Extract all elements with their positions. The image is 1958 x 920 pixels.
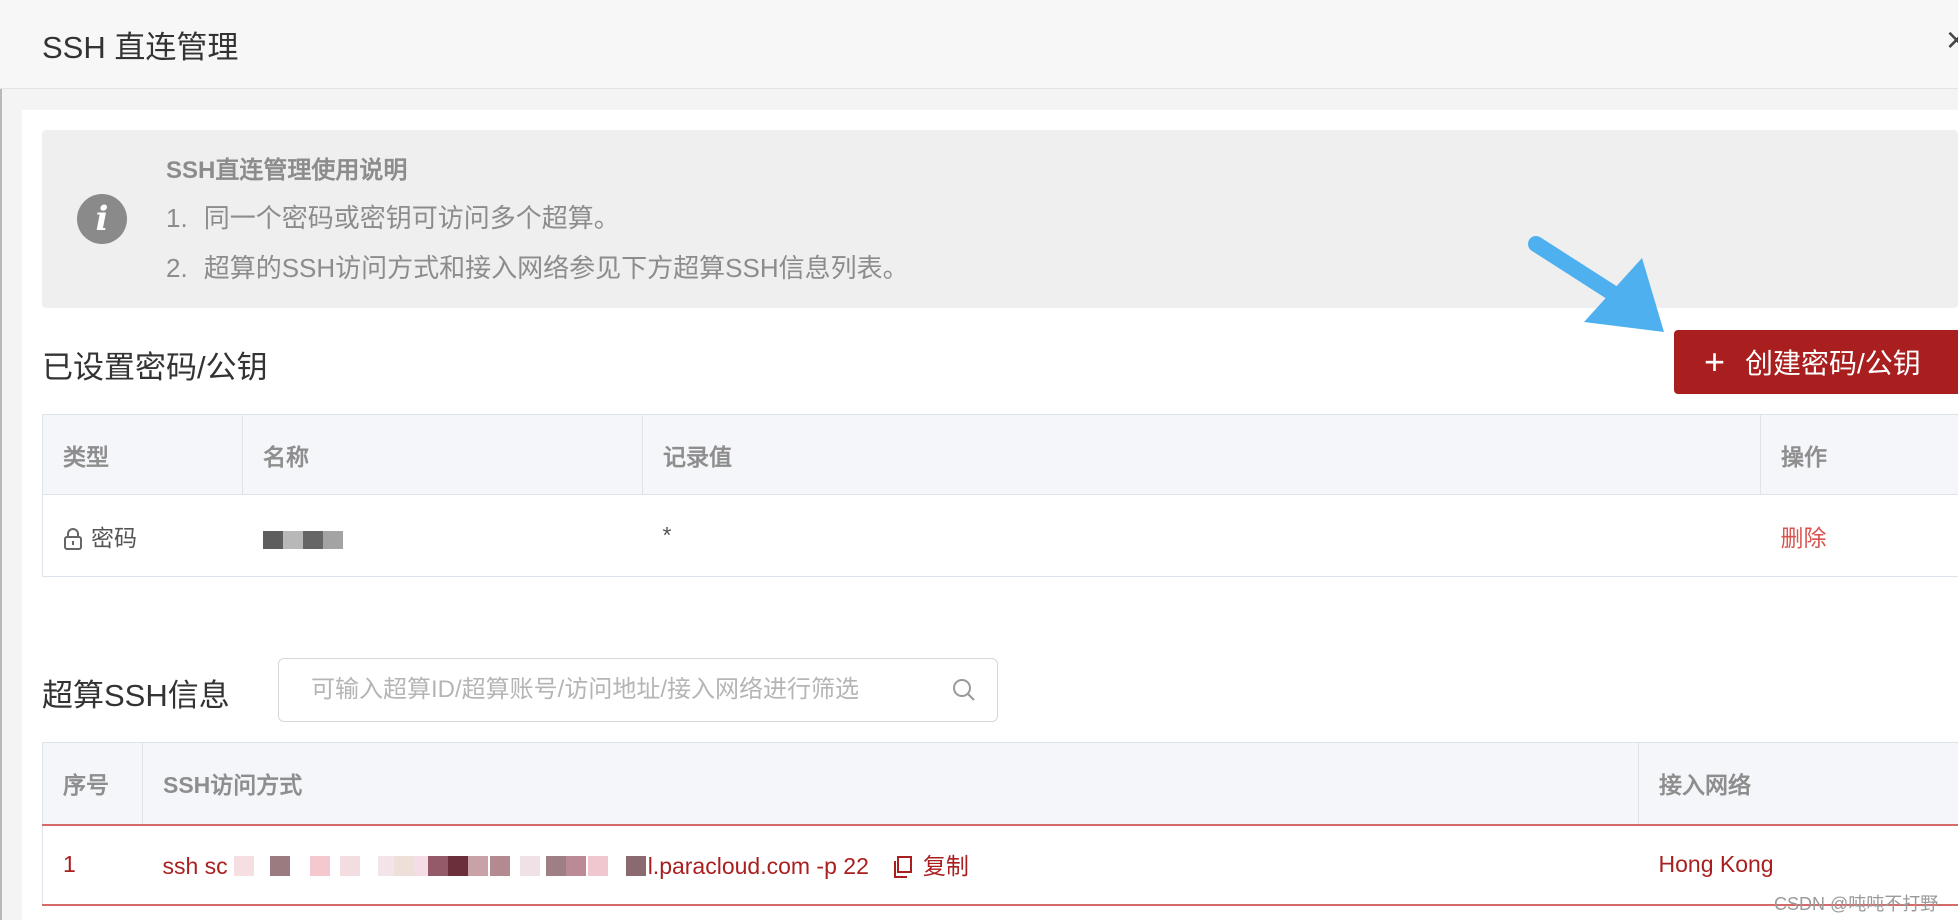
ssh-direct-dialog: SSH 直连管理 × i SSH直连管理使用说明 1. 同一个密码或密钥可访问多个…: [0, 0, 1958, 920]
dialog-title: SSH 直连管理: [42, 30, 239, 65]
notice-item-number: 1.: [166, 203, 188, 233]
copy-button[interactable]: 复制: [893, 853, 969, 879]
type-cell: 密码: [42, 494, 243, 577]
copy-button-label: 复制: [922, 852, 969, 879]
dialog-body: i SSH直连管理使用说明 1. 同一个密码或密钥可访问多个超算。 2. 超算的SS…: [22, 110, 1958, 920]
window-edge: [0, 0, 2, 920]
ssh-search-input[interactable]: [309, 671, 933, 709]
plus-icon: +: [1704, 341, 1726, 382]
lock-icon: [64, 528, 82, 551]
column-header-name: 名称: [242, 414, 643, 495]
name-cell: [242, 494, 643, 577]
column-header-type: 类型: [42, 414, 243, 495]
delete-link[interactable]: 删除: [1781, 525, 1827, 551]
info-icon: i: [77, 194, 127, 244]
notice-item-text: 超算的SSH访问方式和接入网络参见下方超算SSH信息列表。: [203, 253, 909, 283]
type-label: 密码: [91, 524, 137, 551]
notice-item-number: 2.: [166, 253, 188, 283]
ssh-section-title: 超算SSH信息: [42, 678, 230, 713]
notice-item: 1. 同一个密码或密钥可访问多个超算。: [166, 198, 620, 235]
column-header-network: 接入网络: [1638, 742, 1958, 825]
notice-title: SSH直连管理使用说明: [166, 157, 408, 184]
keys-section-title: 已设置密码/公钥: [42, 350, 268, 385]
notice-item: 2. 超算的SSH访问方式和接入网络参见下方超算SSH信息列表。: [166, 248, 909, 285]
notice-item-text: 同一个密码或密钥可访问多个超算。: [203, 203, 620, 233]
column-header-ssh-access: SSH访问方式: [142, 742, 1639, 825]
ssh-command-prefix: ssh sc: [162, 852, 228, 879]
copy-icon: [893, 856, 912, 879]
action-cell: 删除: [1760, 494, 1958, 577]
search-icon[interactable]: [951, 677, 977, 703]
ssh-command-suffix: l.paracloud.com -p 22: [647, 852, 869, 879]
dialog-header: SSH 直连管理 ×: [0, 0, 1958, 89]
index-cell: 1: [42, 823, 143, 906]
table-header-row: 序号 SSH访问方式 接入网络: [42, 742, 1958, 825]
column-header-action: 操作: [1760, 414, 1958, 495]
watermark: CSDN @吨吨不打野: [1774, 894, 1939, 914]
table-row: 1 ssh sc l.paracloud.com -p 22 复制 Hong K…: [42, 823, 1958, 906]
table-row: 密码 * 删除: [42, 494, 1958, 577]
create-key-button-label: 创建密码/公钥: [1745, 348, 1921, 379]
create-key-button[interactable]: + 创建密码/公钥: [1674, 330, 1958, 394]
ssh-search-field[interactable]: [278, 658, 998, 722]
redacted-host: [228, 852, 648, 882]
ssh-access-cell: ssh sc l.paracloud.com -p 22 复制: [142, 823, 1639, 906]
close-icon[interactable]: ×: [1946, 22, 1958, 58]
redacted-name: [262, 525, 343, 552]
keys-table: 类型 名称 记录值 操作 密码 * 删除: [42, 414, 1958, 577]
column-header-index: 序号: [42, 742, 143, 825]
column-header-record-value: 记录值: [642, 414, 1761, 495]
annotation-arrow-icon: [1528, 236, 1664, 332]
ssh-info-table: 序号 SSH访问方式 接入网络 1 ssh sc l.paracloud.com…: [42, 742, 1958, 906]
table-header-row: 类型 名称 记录值 操作: [42, 414, 1958, 495]
record-value-cell: *: [642, 494, 1761, 577]
